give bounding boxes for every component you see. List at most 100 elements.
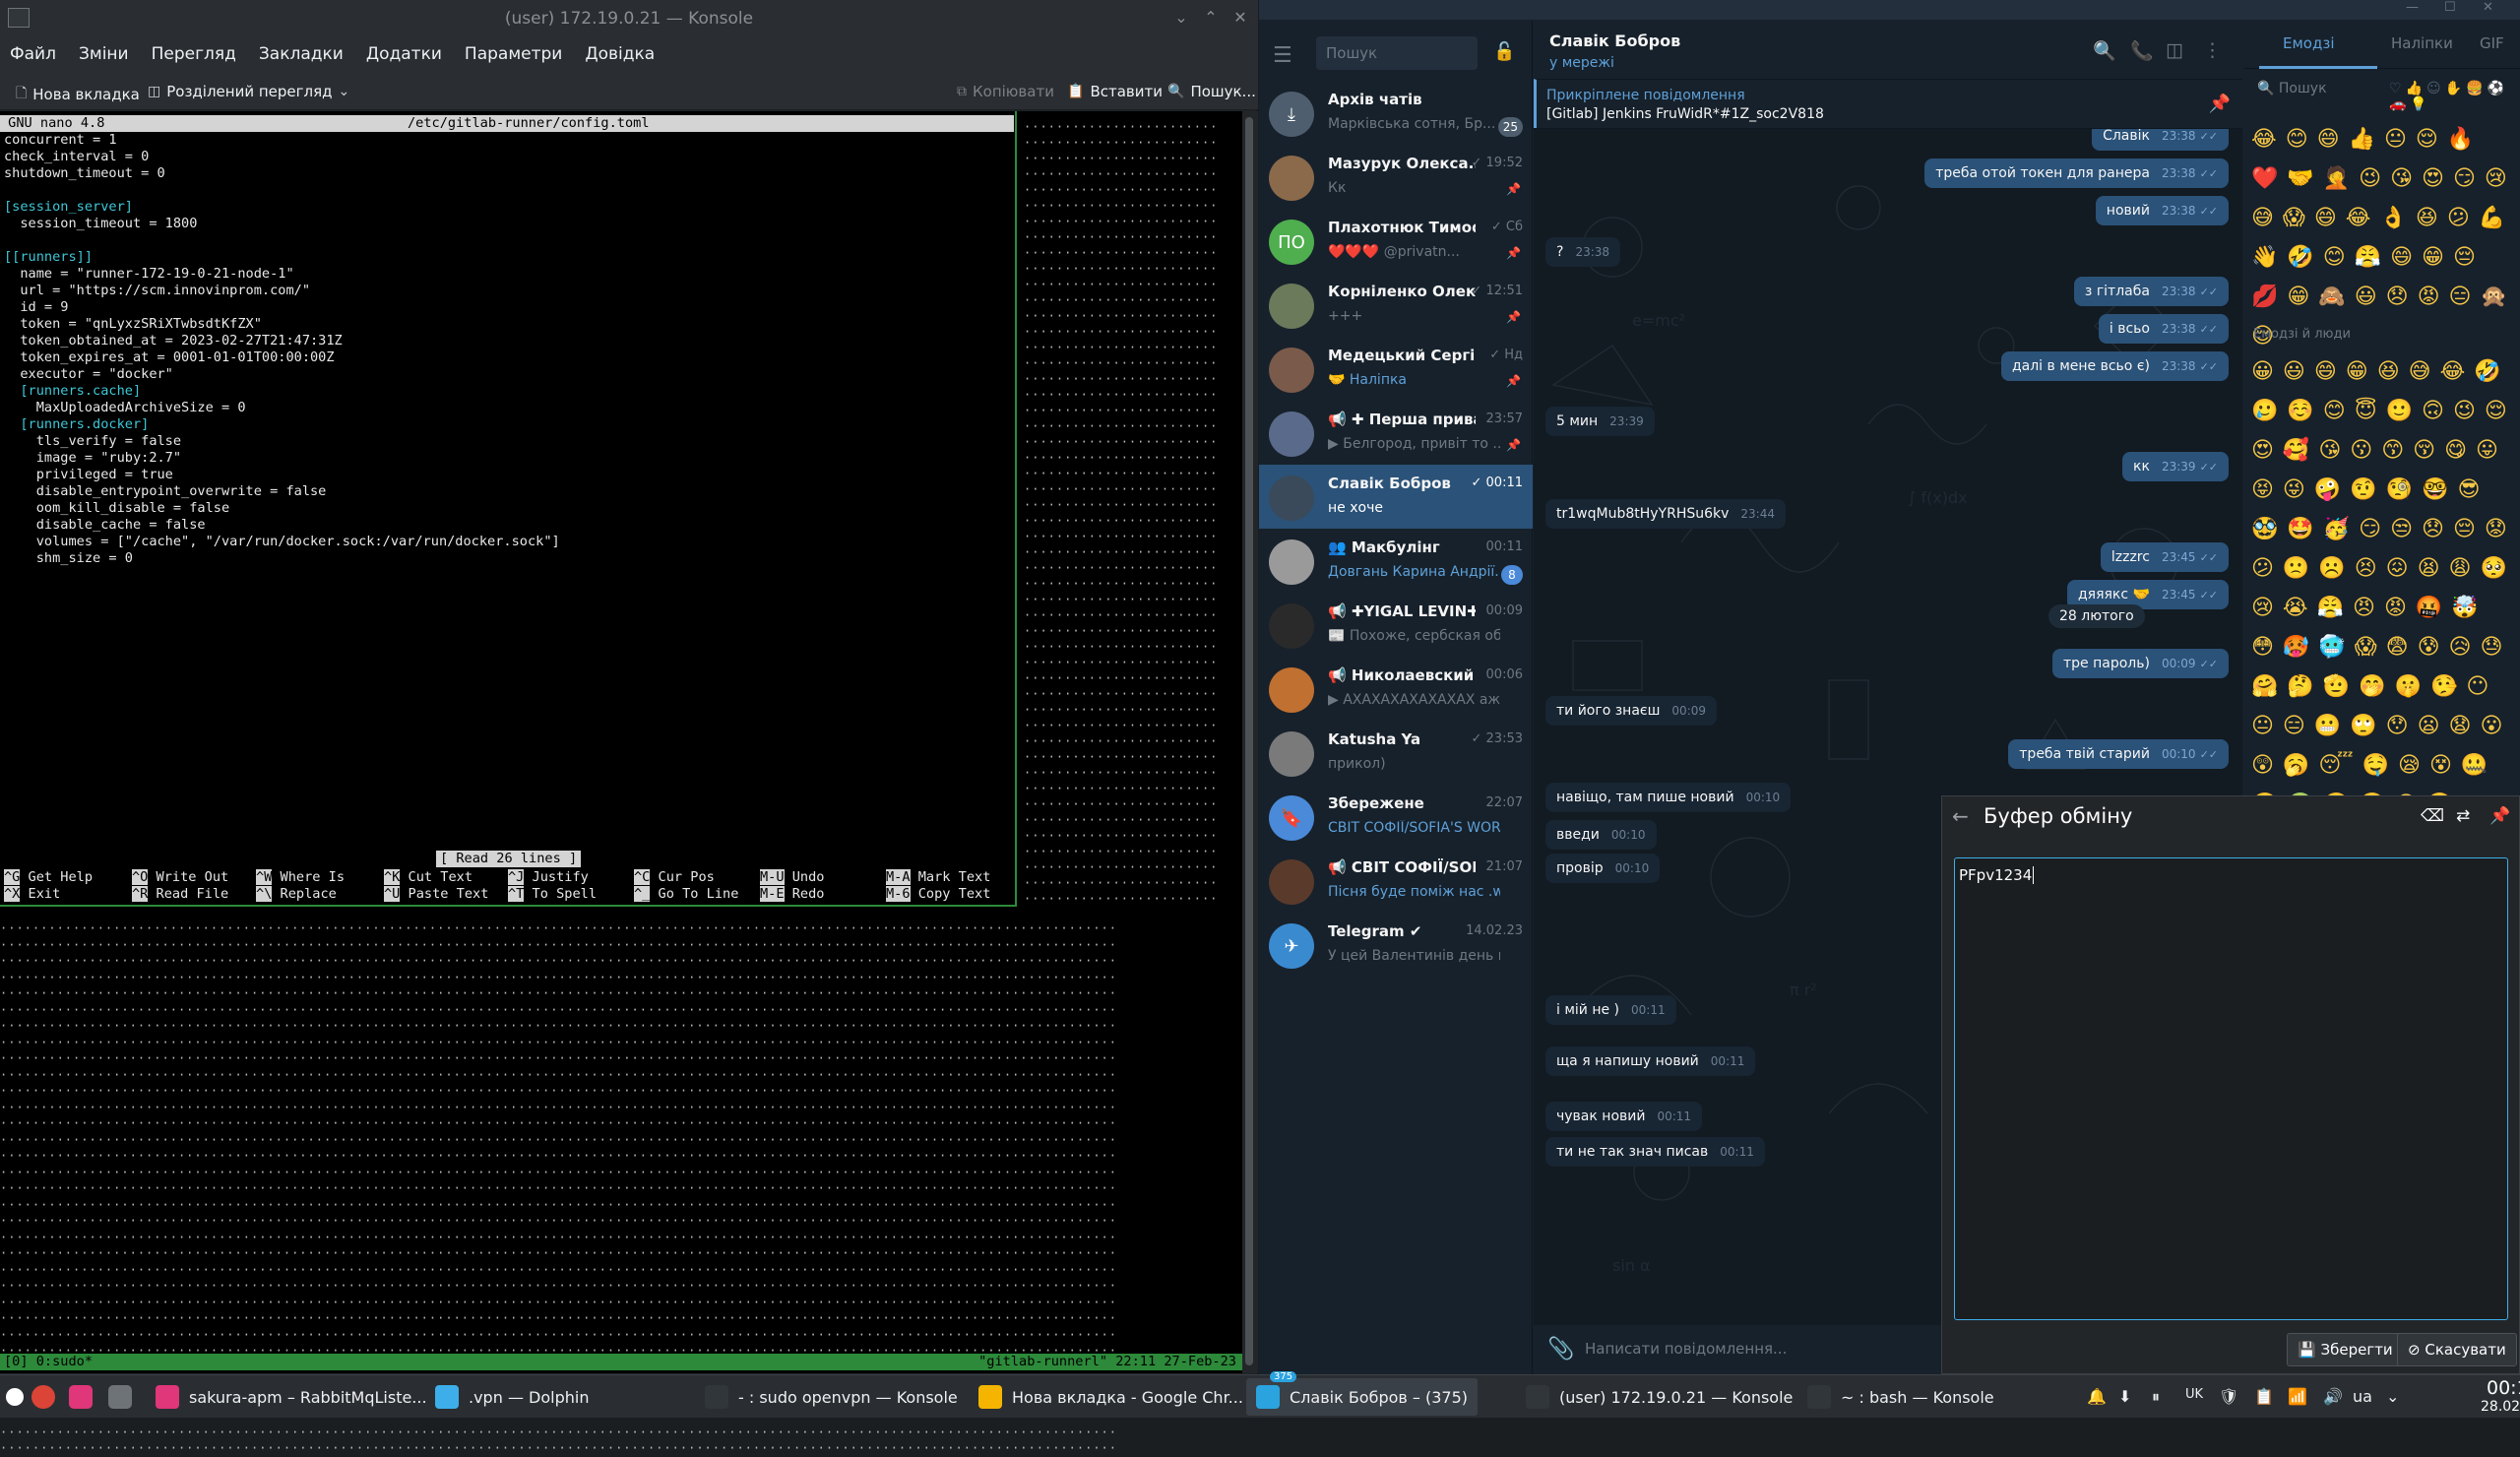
incoming-message[interactable]: tr1wqMub8tHyYRHSu6kv 23:44 xyxy=(1545,499,1786,529)
terminal-pane-right[interactable]: ························ ···············… xyxy=(1020,111,1238,907)
chat-list-item[interactable]: Славік Бобров ✓ 00:11 не хоче xyxy=(1259,465,1533,529)
konsole-titlebar[interactable]: (user) 172.19.0.21 — Konsole ⌄ ⌃ ✕ xyxy=(0,0,1258,37)
incoming-message[interactable]: ти не так знач писав 00:11 xyxy=(1545,1137,1765,1167)
message-input[interactable]: Написати повідомлення... xyxy=(1585,1340,1787,1358)
clipboard-icon[interactable]: 📋 xyxy=(2254,1387,2274,1406)
taskbar-task[interactable]: Нова вкладка - Google Chr... xyxy=(969,1378,1253,1416)
scrollbar-thumb[interactable] xyxy=(1245,117,1253,1365)
incoming-message[interactable]: введи 00:10 xyxy=(1545,820,1657,850)
lock-icon[interactable]: 🔓 xyxy=(1493,41,1515,62)
incoming-message[interactable]: 5 мин 23:39 xyxy=(1545,407,1655,436)
taskbar-task[interactable]: - : sudo openvpn — Konsole xyxy=(695,1378,968,1416)
menu-bookmarks[interactable]: Закладки xyxy=(259,44,344,64)
updates-icon[interactable]: ⬇ xyxy=(2118,1387,2131,1406)
back-arrow-icon[interactable]: ← xyxy=(1952,804,1969,828)
outgoing-message[interactable]: кк 23:39 ✓✓ xyxy=(2122,452,2229,481)
chat-list-item[interactable]: 📢 Николаевский Ва... 00:06 ▶ АХАХАХАХАХАХА… xyxy=(1259,657,1533,721)
menu-file[interactable]: Файл xyxy=(10,44,56,64)
terminal-scrollbar[interactable] xyxy=(1242,111,1258,1373)
clear-history-icon[interactable]: ⌫ xyxy=(2421,806,2444,826)
sidebar-toggle-icon[interactable]: ◫ xyxy=(2166,39,2183,61)
nano-pane[interactable]: GNU nano 4.8/etc/gitlab-runner/config.to… xyxy=(0,111,1017,907)
tab-stickers[interactable]: Наліпки xyxy=(2391,34,2453,52)
configure-icon[interactable]: ⇄ xyxy=(2456,806,2470,826)
chat-list-item[interactable]: Katusha Ya ✓ 23:53 прикол) xyxy=(1259,721,1533,785)
nano-editor-body[interactable]: concurrent = 1 check_interval = 0 shutdown… xyxy=(4,132,560,567)
outgoing-message[interactable]: треба твій старий 00:10 ✓✓ xyxy=(2008,739,2229,769)
menu-icon[interactable]: ☰ xyxy=(1273,43,1292,68)
outgoing-message[interactable]: тре пароль) 00:09 ✓✓ xyxy=(2052,649,2229,678)
phpstorm-pinned-icon[interactable] xyxy=(69,1385,93,1409)
chat-list-item[interactable]: 🔖 Збережене 22:07 СВІТ СОФІЇ/SOFIA'S WORLD:… xyxy=(1259,785,1533,849)
menu-settings[interactable]: Параметри xyxy=(465,44,562,64)
chat-header[interactable]: Славік Бобров у мережі 🔍 📞 ◫ ⋮ xyxy=(1534,20,2242,79)
chevron-down-icon[interactable]: ⌄ xyxy=(2386,1387,2399,1406)
taskbar-task[interactable]: Славік Бобров – (375) xyxy=(1246,1378,1479,1416)
incoming-message[interactable]: ща я напишу новий 00:11 xyxy=(1545,1046,1756,1076)
menu-plugins[interactable]: Додатки xyxy=(366,44,442,64)
outgoing-message[interactable]: новий 23:38 ✓✓ xyxy=(2095,196,2229,225)
menu-view[interactable]: Перегляд xyxy=(152,44,236,64)
outgoing-message[interactable]: далі в мене всьо є) 23:38 ✓✓ xyxy=(2000,351,2229,381)
phone-icon[interactable]: 📞 xyxy=(2130,39,2154,62)
volume-icon[interactable]: 🔊 xyxy=(2323,1387,2343,1406)
chrome-icon[interactable] xyxy=(32,1385,55,1409)
chat-list-item[interactable]: ⤓ Архів чатів Марківська сотня, Бр... 25 xyxy=(1259,81,1533,145)
incoming-message[interactable]: і мій не ) 00:11 xyxy=(1545,995,1676,1025)
taskbar-task[interactable]: .vpn — Dolphin xyxy=(425,1378,598,1416)
clipboard-edit-field[interactable]: PFpv1234​ xyxy=(1954,857,2508,1320)
chat-list-item[interactable]: 📢 ✚YIGAL LEVIN✚🇺🇦 00:09 📰 Похоже, сербская… xyxy=(1259,593,1533,657)
pin-icon[interactable]: 📌 xyxy=(2489,806,2510,826)
close-icon[interactable]: ✕ xyxy=(2483,0,2493,15)
chat-list-item[interactable]: 👥 Макбулінг 00:11 Довгань Карина Андрії...… xyxy=(1259,529,1533,593)
clock-date[interactable]: 28.02.23 xyxy=(2481,1399,2520,1415)
chat-search-input[interactable]: Пошук xyxy=(1316,36,1478,70)
notifications-icon[interactable]: 🔔 xyxy=(2087,1387,2107,1406)
maximize-icon[interactable]: ⌃ xyxy=(1201,8,1221,28)
maximize-icon[interactable]: ☐ xyxy=(2444,0,2456,15)
pause-icon[interactable]: ⏸ xyxy=(2152,1387,2160,1407)
store-icon[interactable] xyxy=(108,1385,132,1409)
minimize-icon[interactable]: — xyxy=(2406,0,2419,15)
uk-flag-icon[interactable]: UK xyxy=(2185,1387,2203,1402)
chat-title[interactable]: Славік Бобров xyxy=(1549,32,1680,50)
emoji-category-icons[interactable]: ♡👍☺✋🍔⚽🚗💡 xyxy=(2389,81,2520,112)
incoming-message[interactable]: ти його знаєш 00:09 xyxy=(1545,696,1718,726)
chat-list-item[interactable]: ПО Плахотнюк Тимофі... ✓ Сб ❤️❤️❤️ @privatn… xyxy=(1259,209,1533,273)
pinned-message-bar[interactable]: Прикріплене повідомлення [Gitlab] Jenkin… xyxy=(1534,79,2242,128)
incoming-message[interactable]: провір 00:10 xyxy=(1545,854,1661,883)
more-options-icon[interactable]: ⋮ xyxy=(2203,39,2222,61)
menu-help[interactable]: Довідка xyxy=(585,44,655,64)
emoji-search-input[interactable]: 🔍 Пошук xyxy=(2257,81,2327,96)
chat-list-item[interactable]: 📢 СВІТ СОФІЇ/SOFIA'... 21:07 Пісня буде по… xyxy=(1259,849,1533,913)
chat-list-item[interactable]: Медецький Сергій ... ✓ Нд 🤝 Наліпка 📌 xyxy=(1259,337,1533,401)
terminal-area[interactable]: GNU nano 4.8/etc/gitlab-runner/config.to… xyxy=(0,111,1242,1455)
outgoing-message[interactable]: lzzzrc 23:45 ✓✓ xyxy=(2100,542,2229,572)
taskbar-task[interactable]: (user) 172.19.0.21 — Konsole xyxy=(1516,1378,1802,1416)
chat-list-item[interactable]: Мазурук Олекса... ✓ 19:52 Кк 📌 xyxy=(1259,145,1533,209)
cancel-button[interactable]: ⊘ Скасувати xyxy=(2397,1333,2517,1366)
close-icon[interactable]: ✕ xyxy=(1230,8,1250,28)
minimize-icon[interactable]: ⌄ xyxy=(1171,8,1191,28)
split-view-button[interactable]: ◫ Розділений перегляд ⌄ xyxy=(148,83,349,100)
keyboard-layout[interactable]: ua xyxy=(2353,1387,2372,1406)
telegram-titlebar[interactable]: — ☐ ✕ xyxy=(1259,0,2520,20)
save-button[interactable]: 💾 Зберегти xyxy=(2287,1333,2404,1366)
search-icon[interactable]: 🔍 xyxy=(2093,39,2116,62)
outgoing-message[interactable]: Славік 23:38 ✓✓ xyxy=(2092,129,2229,151)
vpn-icon[interactable]: 🛡 xyxy=(2219,1387,2238,1406)
chat-list-item[interactable]: 📢 ✚ Перша приват... 23:57 ▶ Белгород, прив… xyxy=(1259,401,1533,465)
incoming-message[interactable]: чувак новий 00:11 xyxy=(1545,1102,1703,1131)
outgoing-message[interactable]: і всьо 23:38 ✓✓ xyxy=(2098,314,2229,344)
outgoing-message[interactable]: треба отой токен для ранера 23:38 ✓✓ xyxy=(1924,158,2229,188)
unpin-icon[interactable]: 📌 xyxy=(2209,94,2231,114)
tab-gif[interactable]: GIF xyxy=(2480,34,2504,52)
app-launcher-icon[interactable] xyxy=(6,1388,24,1406)
wifi-icon[interactable]: 📶 xyxy=(2288,1387,2307,1406)
chat-list-item[interactable]: ✈ Telegram ✔ 14.02.23 У цей Валентинів день… xyxy=(1259,913,1533,977)
recent-emoji-grid[interactable]: 😂😊😄👍😐😌🔥❤️🤝🤦😉😘😍😏😢😅😱😄😂👌😆😕💪👋🤣😊😤😄😁😔💋😁🙈😃😞😡😑🙊😌 xyxy=(2251,120,2517,356)
new-tab-button[interactable]: 🗋 Нова вкладка xyxy=(16,83,140,106)
outgoing-message[interactable]: з гітлаба 23:38 ✓✓ xyxy=(2073,277,2229,306)
incoming-message[interactable]: ? 23:38 xyxy=(1545,237,1621,267)
people-emoji-grid[interactable]: 😀😃😄😁😆😅😂🤣🥲☺️😊😇🙂🙃😉😌😍🥰😘😗😙😚😋😛😝😜🤪🤨🧐🤓😎🥸🤩🥳😏😒😞😔😟… xyxy=(2251,352,2517,825)
